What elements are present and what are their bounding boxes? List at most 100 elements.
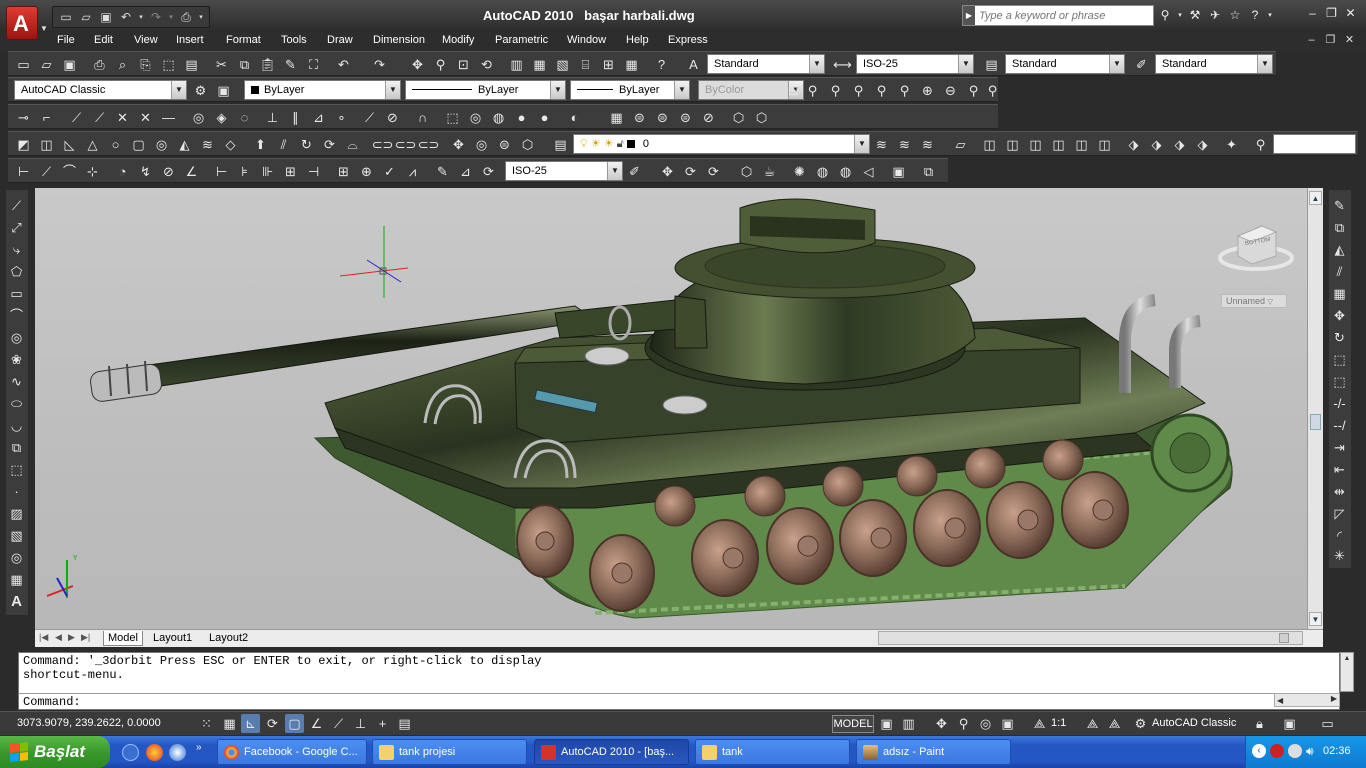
zoom-all-icon[interactable]: ⚲ [964,81,983,100]
solid-edit-copy-faces-icon[interactable]: ⬗ [1124,135,1143,154]
3d-hidden-icon[interactable]: ◎ [466,108,485,127]
redo-icon[interactable]: ↷ [370,55,389,74]
clean-screen-icon[interactable]: ▭ [1318,714,1337,733]
snap-node-icon[interactable]: ∘ [332,108,351,127]
make-block-icon[interactable]: ⬚ [7,460,26,479]
spline-icon[interactable]: ∿ [7,372,26,391]
region-icon[interactable]: ◎ [7,548,26,567]
render-icon[interactable]: ✦ [1222,135,1241,154]
zoom-scale-icon[interactable]: ⚲ [849,81,868,100]
break-at-point-icon[interactable]: ⇥ [1330,438,1349,457]
extrude-icon[interactable]: ⬆ [251,135,270,154]
render-teapot-icon[interactable]: ☕︎ [760,162,779,181]
conceptual-icon[interactable]: ● [512,108,531,127]
dynamic-ucs-icon[interactable]: ⊥ [351,714,370,733]
3d-object-snap-icon[interactable]: ∠ [307,714,326,733]
taskbar-button-folder[interactable]: tank [695,739,850,765]
3d-align-icon[interactable]: ⊜ [495,135,514,154]
arc-length-icon[interactable]: ⌒ [60,162,79,181]
block-editor-icon[interactable]: ⛶ [304,55,323,74]
lights-icon[interactable]: ✺ [790,162,809,181]
quick-view-layouts-icon[interactable]: ▣ [877,714,896,733]
loft-icon[interactable]: ⌓ [343,135,362,154]
solid-edit-delete-faces-icon[interactable]: ◫ [1049,135,1068,154]
snap-endpoint-icon[interactable]: ⟋ [67,108,86,127]
lights-list-icon[interactable]: ◁ [859,162,878,181]
menu-edit[interactable]: Edit [94,34,113,46]
continuous-orbit-icon[interactable]: ⟳ [704,162,723,181]
taskbar-button-folder[interactable]: tank projesi [372,739,527,765]
media-player-icon[interactable] [169,744,186,761]
tool-palettes-icon[interactable]: ▧ [553,55,572,74]
solid-edit-rotate-faces-icon[interactable]: ◫ [1072,135,1091,154]
pyramid-icon[interactable]: ◭ [175,135,194,154]
workspace-switch-label[interactable]: AutoCAD Classic [1152,717,1236,729]
pan-icon[interactable]: ✥ [932,714,951,733]
dimension-style-icon[interactable]: ✐ [625,162,644,181]
snap-quadrant-icon[interactable]: ◈ [212,108,231,127]
render-environment-icon[interactable]: ⧉ [919,162,938,181]
visual-styles-icon[interactable]: ▱ [951,135,970,154]
view-sw-iso-icon[interactable]: ⊜ [630,108,649,127]
move-icon[interactable]: ✥ [1330,306,1349,325]
open-folder-icon[interactable]: ▱ [77,8,95,26]
plot-icon[interactable]: ⎙ [90,55,109,74]
favorites-star-icon[interactable]: ☆ [1226,6,1244,24]
menu-tools[interactable]: Tools [281,34,307,46]
make-object-layer-current-icon[interactable]: ≋ [872,135,891,154]
scroll-up-icon[interactable]: ▲ [1309,191,1322,205]
workspace-settings-icon[interactable]: ⚙ [191,81,210,100]
jogged-icon[interactable]: ↯ [136,162,155,181]
pan-realtime-icon[interactable]: ⊟ [784,81,803,100]
menu-format[interactable]: Format [226,34,261,46]
temp-track-point-icon[interactable]: ⊸ [14,108,33,127]
menu-express[interactable]: Express [668,34,708,46]
menu-draw[interactable]: Draw [327,34,353,46]
snap-perpendicular-icon[interactable]: ⊥ [263,108,282,127]
layer-states-icon[interactable]: ≋ [918,135,937,154]
sheet-set-icon[interactable]: ⌸ [576,55,595,74]
linear-dimension-icon[interactable]: ⊢ [14,162,33,181]
close-icon[interactable]: ✕ [1343,6,1358,21]
dimension-break-icon[interactable]: ⊣ [304,162,323,181]
snap-intersection-icon[interactable]: ✕ [113,108,132,127]
view-nw-iso-icon[interactable]: ⊘ [699,108,718,127]
calculator-icon[interactable]: ▦ [622,55,641,74]
volume-icon[interactable]: 🔊︎ [1306,744,1314,759]
dimension-text-edit-icon[interactable]: ⊿ [456,162,475,181]
steering-wheel-icon[interactable]: ◎ [976,714,995,733]
subscription-icon[interactable]: ⚒ [1186,6,1204,24]
hatch-icon[interactable]: ▨ [7,504,26,523]
snap-parallel-icon[interactable]: ∥ [286,108,305,127]
array-icon[interactable]: ▦ [1330,284,1349,303]
command-window[interactable]: Command: '_3dorbit Press ESC or ENTER to… [18,652,1340,710]
viewcube[interactable]: BOTTOM [1218,222,1294,272]
solid-edit-imprint-icon[interactable]: ⬗ [1170,135,1189,154]
wedge-icon[interactable]: ◺ [60,135,79,154]
polysolid-icon[interactable]: ◩ [14,135,33,154]
my-workspace-icon[interactable]: ▣ [214,81,233,100]
sphere-icon[interactable]: ○ [106,135,125,154]
menu-dimension[interactable]: Dimension [373,34,425,46]
view-ne-iso-icon[interactable]: ⊜ [676,108,695,127]
solid-edit-offset-faces-icon[interactable]: ◫ [1026,135,1045,154]
workspace-switching-icon[interactable]: ⚙ [1131,714,1150,733]
first-layout-icon[interactable]: |◀ [39,632,48,643]
line-icon[interactable]: ⟋ [7,196,26,215]
ortho-mode-icon[interactable]: ⊾ [241,714,260,733]
dynamic-input-icon[interactable]: + [373,714,392,733]
tolerance-icon[interactable]: ⊞ [334,162,353,181]
plot-icon[interactable]: ⎙ [177,8,195,26]
explode-icon[interactable]: ✳ [1330,546,1349,565]
lineweight-control-select[interactable]: ByLayer ▼ [570,80,690,100]
network-icon[interactable] [1288,744,1302,758]
binoculars-icon[interactable]: ⚲ [1156,6,1174,24]
open-icon[interactable]: ▱ [37,55,56,74]
osnap-settings-icon[interactable]: ∩ [413,108,432,127]
zoom-previous-icon[interactable]: ⟲ [477,55,496,74]
ellipse-icon[interactable]: ⬭ [7,394,26,413]
viewport-vertical-scrollbar[interactable]: ▲ ▼ [1307,188,1323,629]
command-window-scrollbar[interactable]: ▲ [1340,652,1354,692]
annotation-visibility-icon[interactable]: ⟁ [1083,714,1102,733]
2d-wireframe-icon[interactable]: ⬚ [443,108,462,127]
